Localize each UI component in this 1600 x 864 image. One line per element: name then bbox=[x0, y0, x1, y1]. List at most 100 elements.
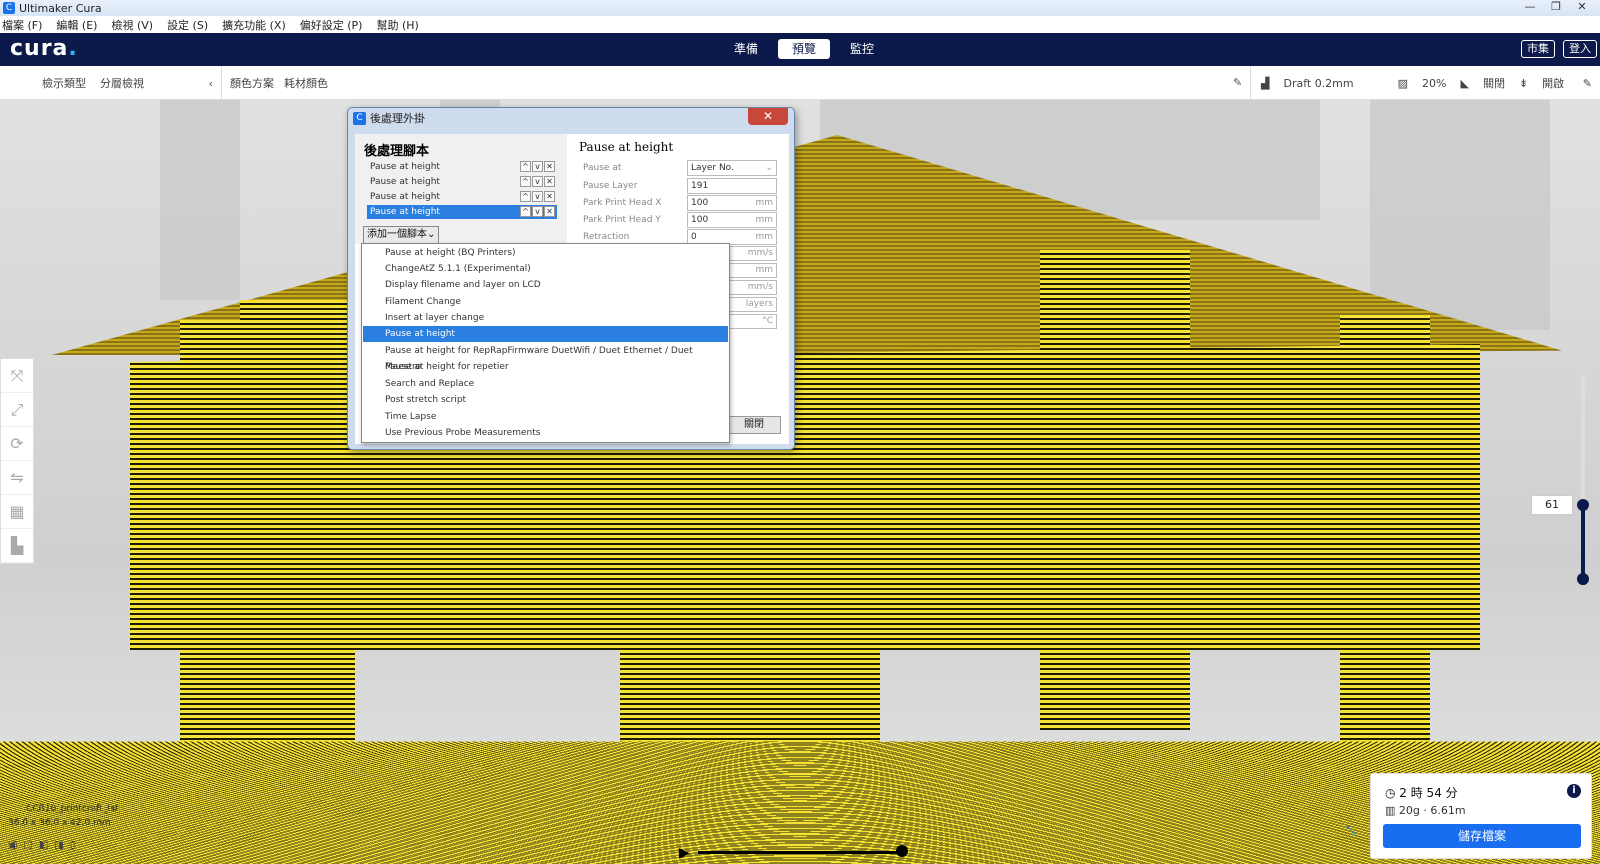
menu-settings[interactable]: 設定 (S) bbox=[167, 17, 208, 33]
layer-slider[interactable] bbox=[1581, 375, 1585, 585]
support-value: 關閉 bbox=[1482, 77, 1505, 90]
color-scheme-selector[interactable]: 顏色方案 耗材顏色 bbox=[230, 66, 328, 100]
mirror-tool-icon[interactable]: ⇋ bbox=[1, 461, 33, 495]
move-down-icon[interactable]: v bbox=[532, 176, 543, 187]
remove-icon[interactable]: ✕ bbox=[544, 191, 555, 202]
path-slider[interactable] bbox=[698, 851, 903, 854]
3d-viewport[interactable] bbox=[0, 100, 1600, 864]
spool-icon: ▥ bbox=[1385, 804, 1399, 817]
support-blocker-icon[interactable]: ▙ bbox=[1, 529, 33, 563]
menu-bar: 檔案 (F) 編輯 (E) 檢視 (V) 設定 (S) 擴充功能 (X) 偏好設… bbox=[0, 16, 1600, 33]
color-scheme-value: 耗材顏色 bbox=[284, 77, 328, 90]
remove-icon[interactable]: ✕ bbox=[544, 161, 555, 172]
move-down-icon[interactable]: v bbox=[532, 206, 543, 217]
add-script-button[interactable]: 添加一個腳本⌄ bbox=[363, 226, 440, 244]
support-icon: ◣ bbox=[1460, 76, 1469, 90]
window-controls: — ❐ ✕ bbox=[1522, 0, 1590, 14]
ghost-layer bbox=[1370, 100, 1550, 330]
dropdown-item[interactable]: Use Previous Probe Measurements bbox=[363, 425, 728, 441]
menu-help[interactable]: 幫助 (H) bbox=[376, 17, 418, 33]
remove-icon[interactable]: ✕ bbox=[544, 176, 555, 187]
move-down-icon[interactable]: v bbox=[532, 191, 543, 202]
login-button[interactable]: 登入 bbox=[1563, 40, 1597, 58]
pause-layer-input[interactable]: 191 bbox=[687, 178, 777, 194]
layer-upper-handle[interactable] bbox=[1577, 499, 1589, 511]
move-tool-icon[interactable]: ⤧ bbox=[1, 359, 33, 393]
top-view-icon[interactable]: ◧ bbox=[39, 840, 48, 851]
script-item[interactable]: Pause at height ^ v ✕ bbox=[367, 175, 557, 189]
move-down-icon[interactable]: v bbox=[532, 161, 543, 172]
layer-lower-handle[interactable] bbox=[1577, 573, 1589, 585]
view-type-label: 檢示類型 bbox=[42, 77, 86, 90]
script-item[interactable]: Pause at height ^ v ✕ bbox=[367, 190, 557, 204]
close-window-button[interactable]: ✕ bbox=[1574, 0, 1590, 14]
dropdown-item[interactable]: Time Lapse bbox=[363, 409, 728, 425]
move-up-icon[interactable]: ^ bbox=[520, 176, 531, 187]
adhesion-value: 開啟 bbox=[1542, 77, 1565, 90]
profile-value: Draft 0.2mm bbox=[1283, 76, 1354, 90]
tool-column: ⤧ ⤢ ⟳ ⇋ ▦ ▙ bbox=[0, 358, 34, 564]
dropdown-item[interactable]: Insert at layer change bbox=[363, 310, 728, 326]
view-type-selector[interactable]: 檢示類型 分層檢視 ‹ bbox=[32, 66, 222, 100]
info-icon[interactable]: i bbox=[1567, 784, 1581, 798]
move-up-icon[interactable]: ^ bbox=[520, 191, 531, 202]
menu-preferences[interactable]: 偏好設定 (P) bbox=[300, 17, 363, 33]
marketplace-button[interactable]: 市集 bbox=[1521, 40, 1555, 58]
park-x-input[interactable]: 100 mm bbox=[687, 195, 777, 211]
script-item[interactable]: Pause at height ^ v ✕ bbox=[367, 160, 557, 174]
move-up-icon[interactable]: ^ bbox=[520, 206, 531, 217]
minimize-button[interactable]: — bbox=[1522, 0, 1538, 14]
add-script-dropdown: Pause at height (BQ Printers) ChangeAtZ … bbox=[361, 243, 730, 443]
dropdown-item-selected[interactable]: Pause at height bbox=[363, 326, 728, 342]
dropdown-item[interactable]: Post stretch script bbox=[363, 392, 728, 408]
save-file-button[interactable]: 儲存檔案 bbox=[1383, 824, 1581, 848]
dialog-close-icon[interactable]: ✕ bbox=[748, 108, 788, 125]
maximize-button[interactable]: ❐ bbox=[1548, 0, 1564, 14]
dropdown-item[interactable]: Pause at height for repetier bbox=[363, 359, 728, 375]
park-y-input[interactable]: 100 mm bbox=[687, 212, 777, 228]
print-settings-summary[interactable]: ▟ Draft 0.2mm ▨ 20% ◣ 關閉 ⇟ 開啟 ✎ bbox=[1250, 66, 1600, 100]
path-slider-handle[interactable] bbox=[896, 845, 908, 857]
pause-at-select[interactable]: Layer No. ⌄ bbox=[687, 160, 777, 176]
dropdown-item[interactable]: Pause at height for RepRapFirmware DuetW… bbox=[363, 343, 728, 372]
window-titlebar: C Ultimaker Cura — ❐ ✕ bbox=[0, 0, 1600, 16]
object-dimensions: 36.0 x 36.0 x 42.0 mm bbox=[8, 818, 111, 828]
rotate-tool-icon[interactable]: ⟳ bbox=[1, 427, 33, 461]
dropdown-item[interactable]: Search and Replace bbox=[363, 376, 728, 392]
window-title: Ultimaker Cura bbox=[19, 1, 102, 15]
pencil-icon[interactable]: ✎ bbox=[1233, 76, 1242, 89]
menu-file[interactable]: 檔案 (F) bbox=[2, 17, 42, 33]
model-pillar bbox=[240, 300, 355, 760]
menu-view[interactable]: 檢視 (V) bbox=[111, 17, 153, 33]
left-view-icon[interactable]: ◨ bbox=[54, 840, 63, 851]
scale-tool-icon[interactable]: ⤢ bbox=[1, 393, 33, 427]
remove-icon[interactable]: ✕ bbox=[544, 206, 555, 217]
color-scheme-label: 顏色方案 bbox=[230, 77, 274, 90]
front-view-icon[interactable]: ▢ bbox=[23, 840, 32, 851]
dropdown-item[interactable]: Pause at height (BQ Printers) bbox=[363, 245, 728, 261]
setting-park-y: Park Print Head Y 100 mm bbox=[583, 212, 783, 228]
dropdown-item[interactable]: ChangeAtZ 5.1.1 (Experimental) bbox=[363, 261, 728, 277]
move-up-icon[interactable]: ^ bbox=[520, 161, 531, 172]
tab-preview[interactable]: 預覽 bbox=[778, 39, 831, 59]
layer-number-input[interactable]: 61 bbox=[1531, 495, 1573, 515]
menu-edit[interactable]: 編輯 (E) bbox=[56, 17, 97, 33]
pencil-icon[interactable]: ✎ bbox=[1583, 77, 1592, 90]
chevron-down-icon: ⌄ bbox=[427, 229, 436, 240]
play-icon[interactable]: ▶ bbox=[679, 845, 690, 861]
right-view-icon[interactable]: ▯ bbox=[70, 840, 76, 851]
per-model-settings-icon[interactable]: ▦ bbox=[1, 495, 33, 529]
adhesion-icon: ⇟ bbox=[1518, 76, 1529, 90]
clock-icon: ◷ bbox=[1385, 786, 1400, 800]
collapse-icon[interactable]: ⤡ bbox=[1346, 823, 1356, 838]
dropdown-item[interactable]: Filament Change bbox=[363, 294, 728, 310]
chevron-left-icon[interactable]: ‹ bbox=[209, 77, 213, 90]
dialog-close-button[interactable]: 關閉 bbox=[727, 416, 781, 434]
view-toolbar: 檢示類型 分層檢視 ‹ 顏色方案 耗材顏色 ✎ ▟ Draft 0.2mm ▨ … bbox=[0, 66, 1600, 100]
tab-prepare[interactable]: 準備 bbox=[720, 39, 772, 59]
tab-monitor[interactable]: 監控 bbox=[836, 39, 888, 59]
3d-view-icon[interactable]: ▣ bbox=[8, 840, 17, 851]
menu-extensions[interactable]: 擴充功能 (X) bbox=[222, 17, 286, 33]
script-item-selected[interactable]: Pause at height ^ v ✕ bbox=[367, 205, 557, 219]
dropdown-item[interactable]: Display filename and layer on LCD bbox=[363, 277, 728, 293]
